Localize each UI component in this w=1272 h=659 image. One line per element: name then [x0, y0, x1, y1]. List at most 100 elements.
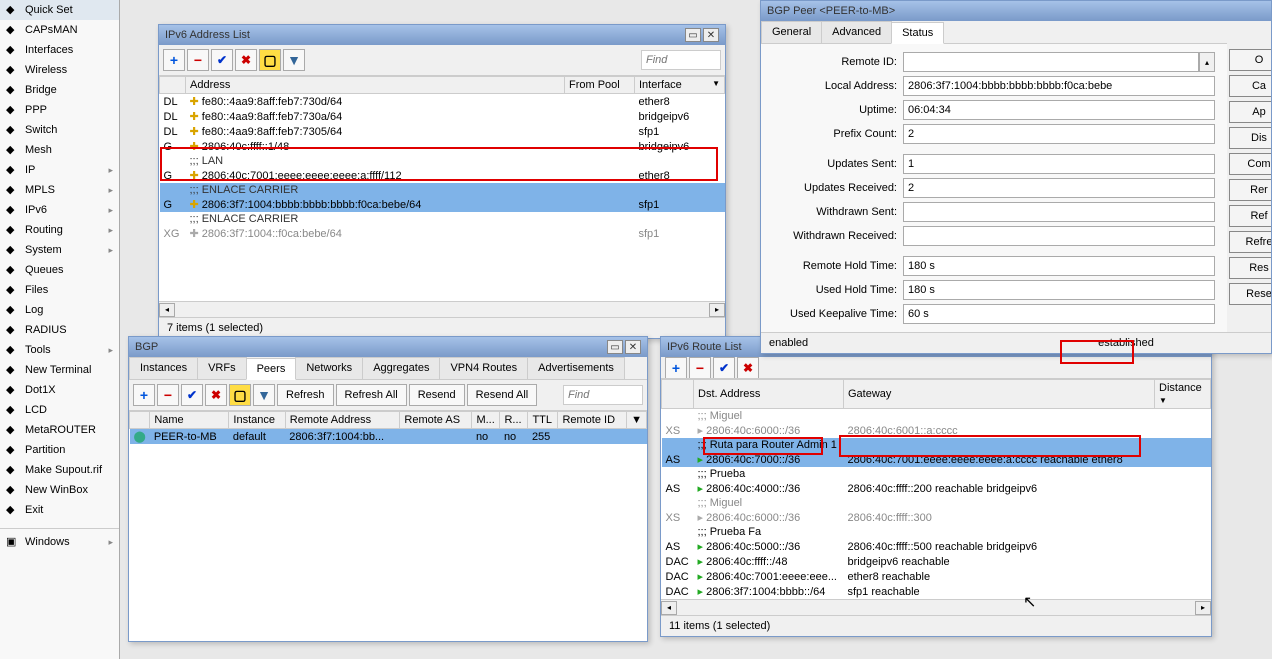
resend-button[interactable]: Resend	[409, 384, 465, 406]
uptime-input[interactable]	[903, 100, 1215, 120]
tab-advertisements[interactable]: Advertisements	[527, 357, 625, 379]
table-row[interactable]: ;;; Prueba	[662, 467, 1211, 481]
sidebar-item-queues[interactable]: ◆Queues	[0, 260, 119, 280]
table-row[interactable]: DAC▸ 2806:3f7:1004:bbbb::/64sfp1 reachab…	[662, 584, 1211, 599]
table-row[interactable]: ;;; Prueba Fa	[662, 525, 1211, 539]
sidebar-item-ppp[interactable]: ◆PPP	[0, 100, 119, 120]
comment-button[interactable]: ▢	[259, 49, 281, 71]
sidebar-item-wireless[interactable]: ◆Wireless	[0, 60, 119, 80]
withdrawn-sent-input[interactable]	[903, 202, 1215, 222]
scroll-left-button[interactable]: ◂	[159, 303, 175, 317]
remote-id-input[interactable]	[903, 52, 1199, 72]
table-row[interactable]: XG✚ 2806:3f7:1004::f0ca:bebe/64sfp1	[160, 226, 725, 241]
sidebar-item-system[interactable]: ◆System▸	[0, 240, 119, 260]
refresh-all-button[interactable]: Refresh All	[336, 384, 407, 406]
find-input[interactable]	[641, 50, 721, 70]
filter-button[interactable]: ▼	[253, 384, 275, 406]
col-instance[interactable]: Instance	[229, 412, 285, 429]
scroll-right-button[interactable]: ▸	[709, 303, 725, 317]
enable-button[interactable]: ✔	[713, 357, 735, 379]
find-input[interactable]	[563, 385, 643, 405]
sidebar-item-switch[interactable]: ◆Switch	[0, 120, 119, 140]
hscroll[interactable]: ◂ ▸	[159, 301, 725, 317]
sidebar-item-interfaces[interactable]: ◆Interfaces	[0, 40, 119, 60]
table-row[interactable]: G✚ 2806:40c:7001:eeee:eeee:eeee:a:ffff/1…	[160, 168, 725, 183]
used-hold-input[interactable]	[903, 280, 1215, 300]
sidebar-windows[interactable]: ▣ Windows ▸	[0, 528, 119, 552]
minimize-button[interactable]: ▭	[607, 340, 623, 354]
tab-instances[interactable]: Instances	[129, 357, 198, 379]
tab-status[interactable]: Status	[891, 22, 944, 44]
sidebar-item-radius[interactable]: ◆RADIUS	[0, 320, 119, 340]
sidebar-item-files[interactable]: ◆Files	[0, 280, 119, 300]
sidebar-item-mesh[interactable]: ◆Mesh	[0, 140, 119, 160]
disable-button[interactable]: ✖	[737, 357, 759, 379]
res-button[interactable]: Res	[1229, 257, 1271, 279]
add-button[interactable]: +	[665, 357, 687, 379]
tab-peers[interactable]: Peers	[246, 358, 297, 380]
sidebar-item-make-supout.rif[interactable]: ◆Make Supout.rif	[0, 460, 119, 480]
col-m[interactable]: M...	[472, 412, 500, 429]
col-interface[interactable]: Interface ▼	[635, 77, 725, 94]
col-name[interactable]: Name	[150, 412, 229, 429]
disable-button[interactable]: ✖	[235, 49, 257, 71]
updates-recv-input[interactable]	[903, 178, 1215, 198]
sidebar-item-exit[interactable]: ◆Exit	[0, 500, 119, 520]
add-button[interactable]: +	[163, 49, 185, 71]
used-keep-input[interactable]	[903, 304, 1215, 324]
col-remote-id[interactable]: Remote ID	[558, 412, 627, 429]
refre-button[interactable]: Refre	[1229, 231, 1271, 253]
table-row[interactable]: AS▸ 2806:40c:5000::/362806:40c:ffff::500…	[662, 539, 1211, 554]
table-row[interactable]: XS▸ 2806:40c:6000::/362806:40c:6001::a:c…	[662, 423, 1211, 438]
resend-all-button[interactable]: Resend All	[467, 384, 538, 406]
col-remote-as[interactable]: Remote AS	[400, 412, 472, 429]
disable-button[interactable]: ✖	[205, 384, 227, 406]
sidebar-item-dot1x[interactable]: ◆Dot1X	[0, 380, 119, 400]
col-gateway[interactable]: Gateway	[844, 380, 1155, 409]
window-titlebar[interactable]: IPv6 Address List ▭ ✕	[159, 25, 725, 45]
sidebar-item-ip[interactable]: ◆IP▸	[0, 160, 119, 180]
sidebar-item-new-winbox[interactable]: ◆New WinBox	[0, 480, 119, 500]
tab-vpn4-routes[interactable]: VPN4 Routes	[439, 357, 528, 379]
close-button[interactable]: ✕	[703, 28, 719, 42]
com-button[interactable]: Com	[1229, 153, 1271, 175]
table-row[interactable]: DL✚ fe80::4aa9:8aff:feb7:730d/64ether8	[160, 94, 725, 110]
col-r[interactable]: R...	[500, 412, 528, 429]
table-row[interactable]: DAC▸ 2806:40c:7001:eeee:eee...ether8 rea…	[662, 569, 1211, 584]
sidebar-item-log[interactable]: ◆Log	[0, 300, 119, 320]
col-ttl[interactable]: TTL	[528, 412, 558, 429]
table-row[interactable]: DL✚ fe80::4aa9:8aff:feb7:7305/64sfp1	[160, 124, 725, 139]
enable-button[interactable]: ✔	[211, 49, 233, 71]
rer-button[interactable]: Rer	[1229, 179, 1271, 201]
table-row[interactable]: G✚ 2806:3f7:1004:bbbb:bbbb:bbbb:f0ca:beb…	[160, 197, 725, 212]
refresh-button[interactable]: Refresh	[277, 384, 334, 406]
table-row[interactable]: ;;; Ruta para Router Admin 1	[662, 438, 1211, 452]
sidebar-item-quick-set[interactable]: ◆Quick Set	[0, 0, 119, 20]
tab-advanced[interactable]: Advanced	[821, 21, 892, 43]
table-row[interactable]: XS▸ 2806:40c:6000::/362806:40c:ffff::300	[662, 510, 1211, 525]
scroll-left-button[interactable]: ◂	[661, 601, 677, 615]
table-row[interactable]: ;;; ENLACE CARRIER	[160, 183, 725, 197]
add-button[interactable]: +	[133, 384, 155, 406]
sidebar-item-lcd[interactable]: ◆LCD	[0, 400, 119, 420]
sidebar-item-bridge[interactable]: ◆Bridge	[0, 80, 119, 100]
minimize-button[interactable]: ▭	[685, 28, 701, 42]
table-row[interactable]: ;;; Miguel	[662, 496, 1211, 510]
table-row[interactable]: ;;; Miguel	[662, 409, 1211, 424]
table-row[interactable]: ;;; LAN	[160, 154, 725, 168]
sidebar-item-metarouter[interactable]: ◆MetaROUTER	[0, 420, 119, 440]
sidebar-item-partition[interactable]: ◆Partition	[0, 440, 119, 460]
ap-button[interactable]: Ap	[1229, 101, 1271, 123]
sidebar-item-new-terminal[interactable]: ◆New Terminal	[0, 360, 119, 380]
up-arrow-button[interactable]: ▴	[1199, 52, 1215, 72]
table-row[interactable]: AS▸ 2806:40c:7000::/362806:40c:7001:eeee…	[662, 452, 1211, 467]
window-titlebar[interactable]: BGP ▭ ✕	[129, 337, 647, 357]
ca-button[interactable]: Ca	[1229, 75, 1271, 97]
withdrawn-recv-input[interactable]	[903, 226, 1215, 246]
ref-button[interactable]: Ref	[1229, 205, 1271, 227]
remove-button[interactable]: −	[157, 384, 179, 406]
col-flags[interactable]	[160, 77, 186, 94]
sidebar-item-capsman[interactable]: ◆CAPsMAN	[0, 20, 119, 40]
enable-button[interactable]: ✔	[181, 384, 203, 406]
table-row[interactable]: DL✚ fe80::4aa9:8aff:feb7:730a/64bridgeip…	[160, 109, 725, 124]
